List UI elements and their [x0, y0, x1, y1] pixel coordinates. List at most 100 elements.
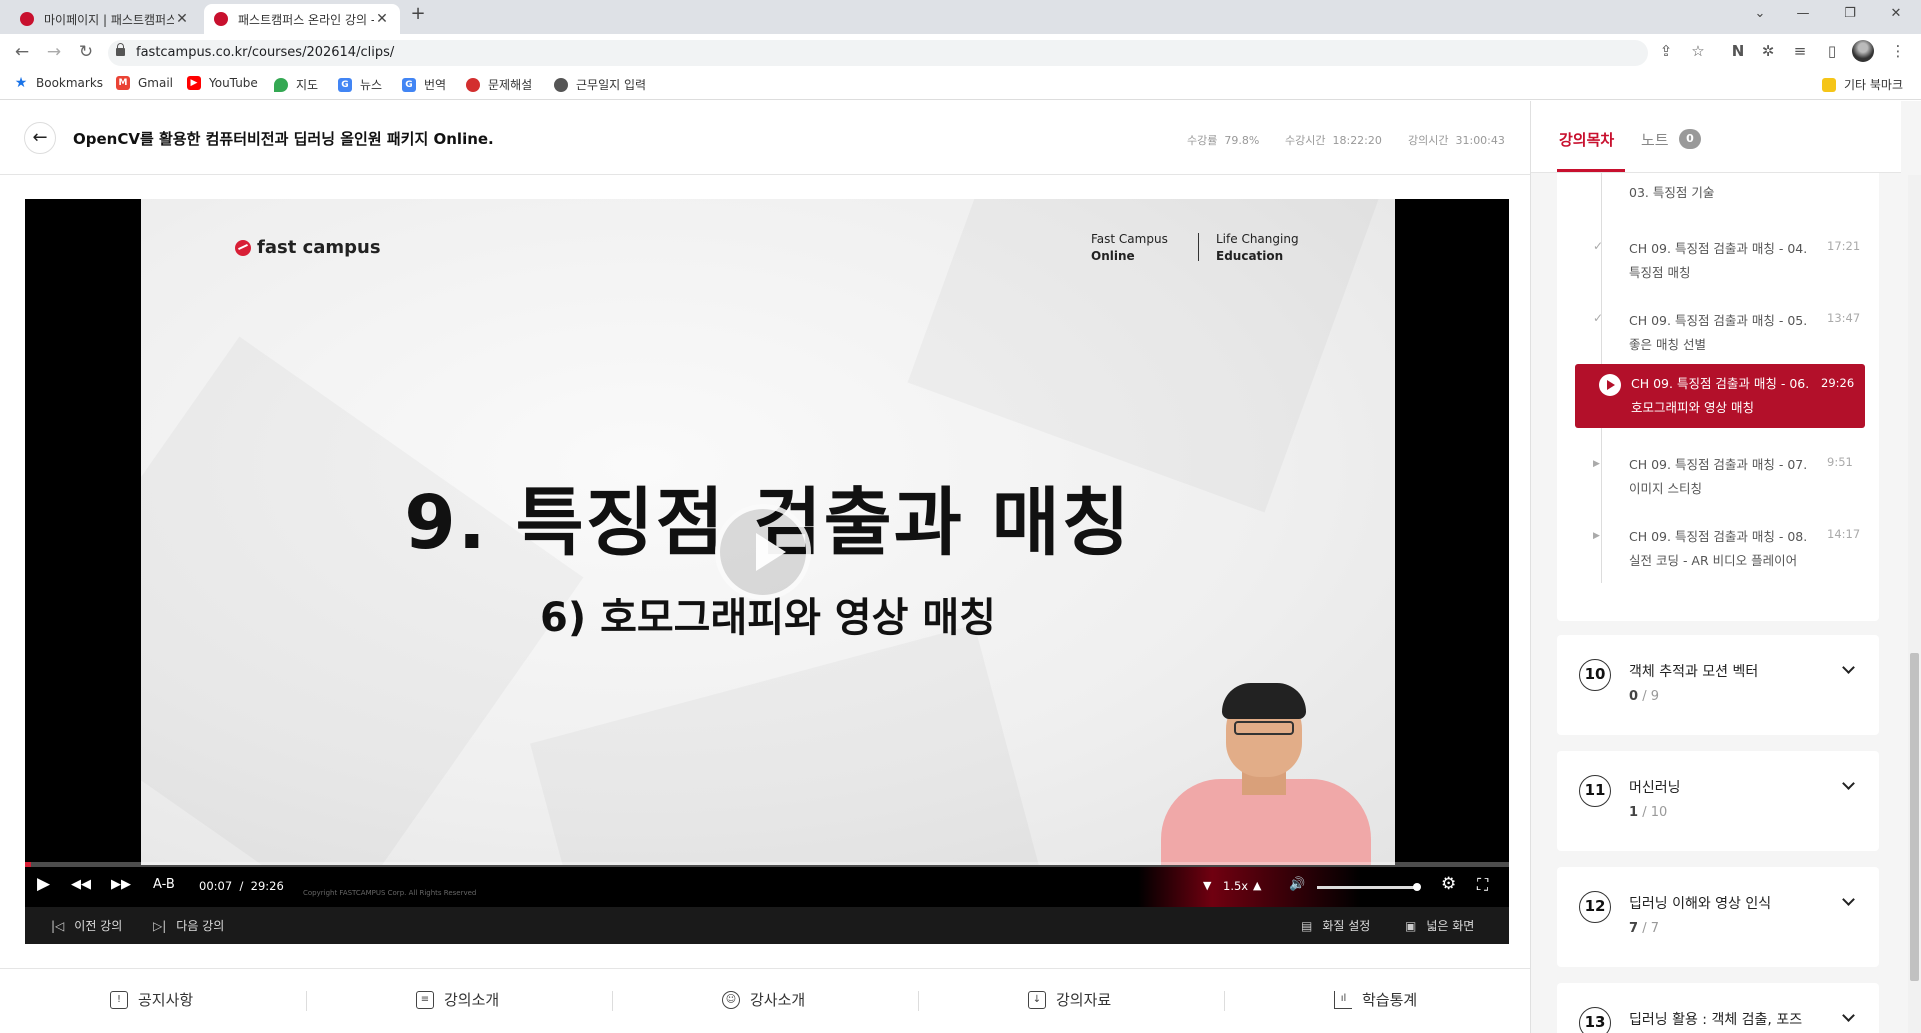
user-icon: ☺ [722, 990, 740, 1009]
clip-title: CH 09. 특징점 검출과 매칭 - 07. 이미지 스티칭 [1629, 457, 1808, 496]
menu-kebab-icon[interactable]: ⋮ [1888, 42, 1908, 60]
chevron-down-icon[interactable] [1842, 893, 1855, 906]
bookmark-news[interactable]: G 뉴스 [338, 76, 382, 93]
extension-n-icon[interactable]: N [1728, 42, 1748, 60]
fastcampus-favicon [214, 12, 228, 26]
tab-instructor[interactable]: ☺ 강사소개 [722, 989, 805, 1010]
bookmark-label: Gmail [138, 76, 174, 90]
clip-item[interactable]: 03. 특징점 기술 [1557, 175, 1879, 215]
browser-tab-course[interactable]: 패스트캠퍼스 온라인 강의 - 올인 ✕ [204, 4, 400, 34]
tab-course-intro[interactable]: ≡ 강의소개 [416, 989, 499, 1010]
section-card-13[interactable]: 13 딥러닝 활용 : 객체 검출, 포즈 [1557, 983, 1879, 1033]
rewind-icon[interactable]: ◀◀ [71, 877, 91, 892]
clip-title: CH 09. 특징점 검출과 매칭 - 05. 좋은 매칭 선별 [1629, 313, 1808, 352]
restore-icon[interactable]: ❐ [1840, 6, 1860, 21]
ab-repeat-button[interactable]: A-B [153, 877, 175, 892]
clip-item[interactable]: ✓ CH 09. 특징점 검출과 매칭 - 04. 특징점 매칭 17:21 [1557, 225, 1879, 291]
fastcampus-favicon [20, 12, 34, 26]
close-window-icon[interactable]: ✕ [1886, 6, 1906, 21]
logo-mark-icon [235, 239, 251, 256]
chevron-down-icon[interactable] [1842, 661, 1855, 674]
reading-list-icon[interactable]: ≡ [1790, 42, 1810, 60]
tab-statistics[interactable]: ıl 학습통계 [1334, 989, 1417, 1010]
lecture-nav-bar: |◁ 이전 강의 ▷| 다음 강의 ▤ 화질 설정 ▣ 넓은 화면 [25, 907, 1509, 944]
chevron-down-icon[interactable] [1842, 777, 1855, 790]
close-tab-icon[interactable]: ✕ [174, 11, 190, 27]
news-icon: G [338, 77, 352, 92]
fullscreen-icon[interactable]: ⛶ [1477, 875, 1488, 895]
big-play-button[interactable] [715, 504, 811, 600]
reload-icon[interactable]: ↻ [76, 42, 96, 62]
speed-down-icon[interactable]: ▼ [1203, 879, 1211, 892]
wide-screen-button[interactable]: ▣ 넓은 화면 [1405, 917, 1474, 934]
back-icon[interactable]: ← [12, 42, 32, 62]
settings-gear-icon[interactable]: ⚙ [1441, 874, 1456, 894]
stat-progress: 수강률 79.8% [1187, 134, 1260, 147]
tab-materials[interactable]: ↓ 강의자료 [1028, 989, 1111, 1010]
skip-previous-icon: |◁ [51, 918, 65, 933]
back-button[interactable]: ← [24, 122, 56, 154]
curriculum-sidebar: 강의목차 노트 0 03. 특징점 기술 ✓ CH 09. 특징점 검출과 매칭… [1530, 101, 1921, 1033]
scrollbar-thumb[interactable] [1910, 653, 1919, 981]
url-field[interactable]: fastcampus.co.kr/courses/202614/clips/ [108, 40, 1648, 66]
bookmarks-bar: ★ Bookmarks M Gmail ▶ YouTube 지도 G 뉴스 G 번역 문제… [0, 70, 1921, 100]
bookmark-star-icon[interactable]: ☆ [1688, 42, 1708, 60]
extensions-icon[interactable]: ✲ [1758, 42, 1778, 60]
share-icon[interactable]: ⇪ [1656, 42, 1676, 60]
sidebar-scrollbar[interactable] [1908, 175, 1921, 1033]
fast-forward-icon[interactable]: ▶▶ [111, 877, 131, 892]
clipboard-icon: ≡ [416, 990, 434, 1009]
bookmark-youtube[interactable]: ▶ YouTube [187, 76, 258, 90]
next-lecture-button[interactable]: ▷| 다음 강의 [153, 917, 224, 934]
quality-settings-button[interactable]: ▤ 화질 설정 [1301, 917, 1370, 934]
bookmark-problems[interactable]: 문제해설 [466, 76, 532, 93]
clip-item[interactable]: ✓ CH 09. 특징점 검출과 매칭 - 05. 좋은 매칭 선별 13:47 [1557, 297, 1879, 363]
other-bookmarks[interactable]: 기타 북마크 [1822, 76, 1903, 93]
side-panel-icon[interactable]: ▯ [1822, 42, 1842, 60]
sidebar-tabs: 강의목차 노트 0 [1531, 101, 1901, 173]
tab-notes[interactable]: 노트 [1641, 129, 1669, 150]
volume-icon[interactable]: 🔊 [1289, 877, 1305, 892]
playback-speed[interactable]: 1.5x [1223, 879, 1248, 893]
bookmark-worklog[interactable]: 근무일지 입력 [554, 76, 646, 93]
bookmark-translate[interactable]: G 번역 [402, 76, 446, 93]
video-player[interactable]: fast campus Fast Campus Online Life Chang… [25, 199, 1509, 944]
clip-duration: 17:21 [1827, 239, 1861, 253]
notes-count-badge: 0 [1679, 129, 1701, 149]
bookmark-label: Bookmarks [36, 76, 104, 90]
time-display: 00:07 / 29:26 [199, 879, 284, 893]
new-tab-icon[interactable]: + [408, 3, 428, 24]
tab-title: 마이페이지 | 패스트캠퍼스 [44, 12, 174, 27]
speed-up-icon[interactable]: ▲ [1253, 879, 1261, 892]
copyright-text: Copyright FASTCAMPUS Corp. All Rights Re… [303, 889, 477, 897]
bookmark-label: 지도 [296, 78, 319, 92]
clip-item-current[interactable]: CH 09. 특징점 검출과 매칭 - 06. 호모그래피와 영상 매칭 29:… [1575, 364, 1865, 428]
tab-curriculum[interactable]: 강의목차 [1559, 129, 1614, 150]
bookmark-maps[interactable]: 지도 [274, 76, 318, 93]
section-title: 객체 추적과 모션 벡터 [1629, 664, 1759, 680]
youtube-icon: ▶ [187, 76, 201, 90]
section-card-12[interactable]: 12 딥러닝 이해와 영상 인식 7 / 7 [1557, 867, 1879, 967]
forward-icon[interactable]: → [44, 42, 64, 62]
chevron-down-icon[interactable] [1842, 1009, 1855, 1022]
tab-notice[interactable]: ! 공지사항 [110, 989, 193, 1010]
browser-tab-mypage[interactable]: 마이페이지 | 패스트캠퍼스 ✕ [10, 4, 200, 34]
clip-duration: 14:17 [1827, 527, 1861, 541]
tab-search-icon[interactable]: ⌄ [1750, 6, 1770, 21]
section-card-11[interactable]: 11 머신러닝 1 / 10 [1557, 751, 1879, 851]
bookmark-gmail[interactable]: M Gmail [116, 76, 173, 90]
play-icon[interactable]: ▶ [37, 874, 50, 894]
clip-item[interactable]: ▶ CH 09. 특징점 검출과 매칭 - 08. 실전 코딩 - AR 비디오… [1557, 513, 1879, 603]
volume-slider[interactable] [1317, 883, 1421, 891]
minimize-icon[interactable]: — [1793, 6, 1813, 21]
clip-duration: 13:47 [1827, 311, 1861, 325]
close-tab-icon[interactable]: ✕ [374, 11, 390, 27]
bookmark-bookmarks[interactable]: ★ Bookmarks [14, 76, 103, 90]
profile-avatar[interactable] [1852, 40, 1874, 62]
prev-lecture-button[interactable]: |◁ 이전 강의 [51, 917, 122, 934]
clip-item[interactable]: ▶ CH 09. 특징점 검출과 매칭 - 07. 이미지 스티칭 9:51 [1557, 441, 1879, 507]
section-card-10[interactable]: 10 객체 추적과 모션 벡터 0 / 9 [1557, 635, 1879, 735]
volume-knob[interactable] [1413, 883, 1421, 891]
now-playing-icon [1599, 374, 1621, 396]
play-small-icon: ▶ [1593, 459, 1600, 469]
